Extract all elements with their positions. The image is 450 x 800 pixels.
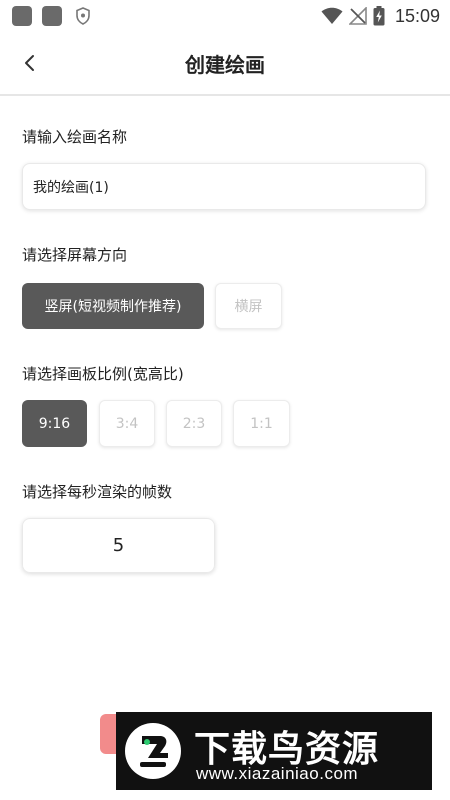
- wifi-icon: [321, 7, 343, 24]
- orientation-label: 请选择屏幕方向: [22, 246, 128, 264]
- name-label: 请输入绘画名称: [22, 128, 128, 146]
- ratio-option-3-4[interactable]: 3:4: [99, 400, 155, 447]
- app-notification-icon: [12, 6, 32, 26]
- watermark-url: www.xiazainiao.com: [196, 764, 359, 783]
- app-notification-icon: [42, 6, 62, 26]
- status-time: 15:09: [394, 5, 440, 26]
- fps-selector[interactable]: 5: [22, 518, 215, 573]
- bird-logo-icon: [125, 723, 181, 779]
- ratio-option-1-1[interactable]: 1:1: [233, 400, 290, 447]
- ratio-label: 请选择画板比例(宽高比): [22, 365, 184, 383]
- orientation-option-landscape[interactable]: 横屏: [215, 283, 282, 329]
- no-signal-icon: [348, 7, 367, 25]
- watermark-banner: 下载鸟资源 www.xiazainiao.com: [116, 712, 432, 790]
- battery-charging-icon: [373, 6, 385, 26]
- ratio-option-9-16[interactable]: 9:16: [22, 400, 87, 447]
- page-title: 创建绘画: [185, 53, 265, 77]
- painting-name-input[interactable]: [22, 163, 426, 210]
- ratio-option-2-3[interactable]: 2:3: [166, 400, 222, 447]
- fps-label: 请选择每秒渲染的帧数: [22, 483, 173, 501]
- status-icons: 15:09: [321, 5, 440, 27]
- orientation-option-portrait[interactable]: 竖屏(短视频制作推荐): [22, 283, 204, 329]
- app-header: 创建绘画: [0, 32, 450, 96]
- status-bar: 15:09: [0, 0, 450, 32]
- shield-icon: [76, 7, 90, 25]
